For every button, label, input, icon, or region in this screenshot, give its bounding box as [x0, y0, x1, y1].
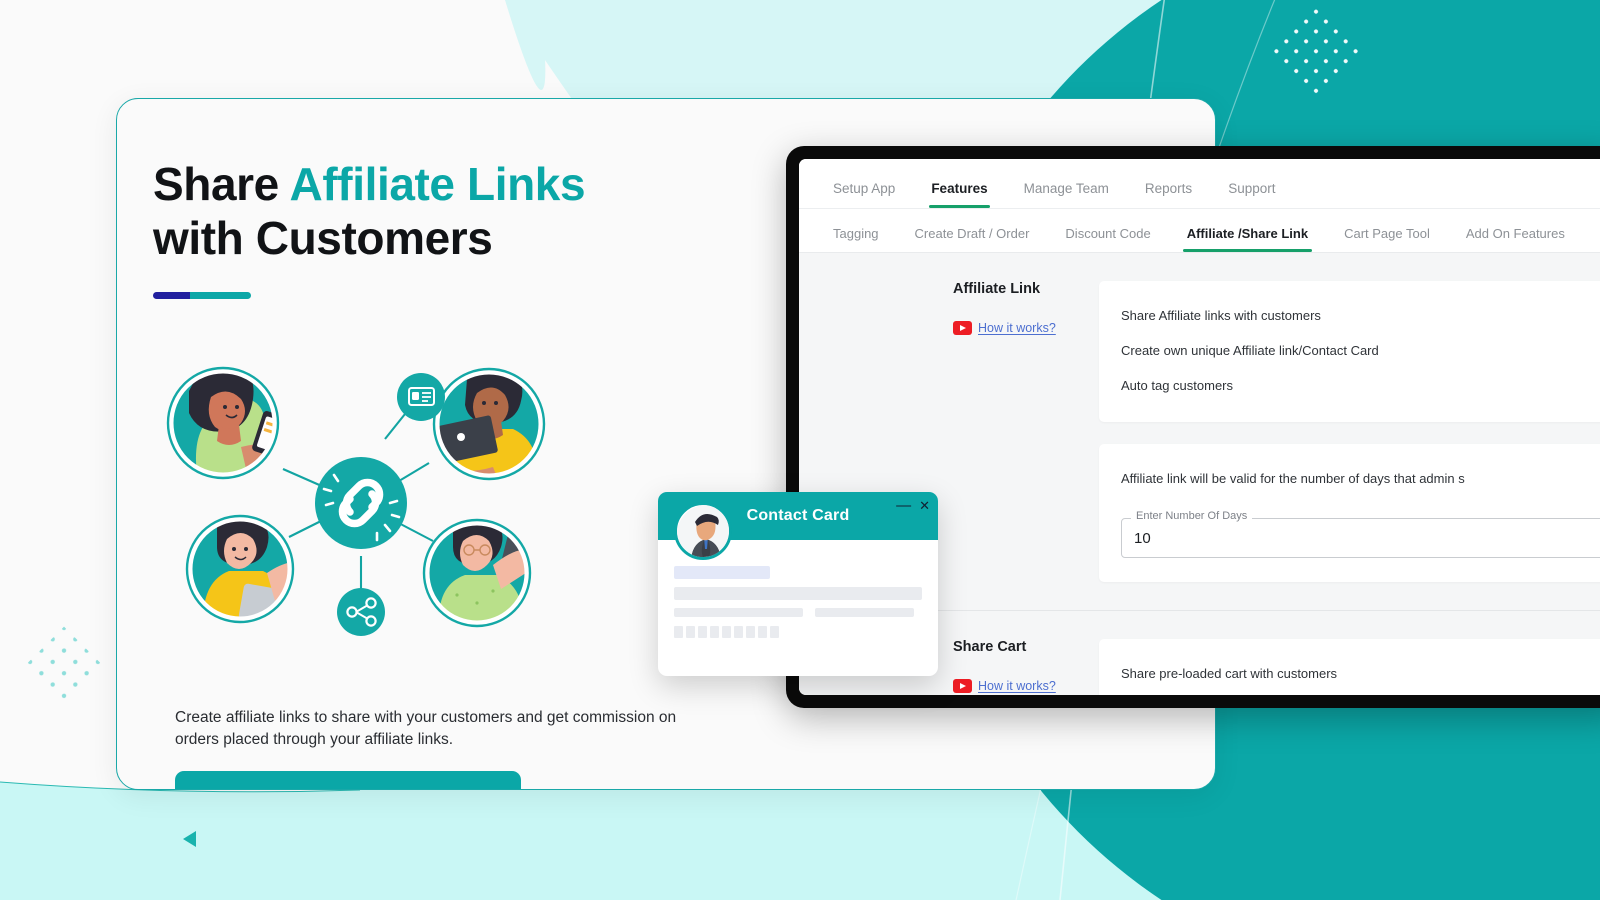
days-input-value: 10 [1134, 529, 1151, 547]
skeleton-chip [734, 626, 743, 638]
title-part-1: Share [153, 158, 290, 210]
skeleton-chip [758, 626, 767, 638]
skeleton-chip [698, 626, 707, 638]
primary-tab-bar: Setup App Features Manage Team Reports S… [799, 159, 1600, 209]
hero-text-block: Share Affiliate Links with Customers [153, 157, 773, 299]
skeleton-chip [674, 626, 683, 638]
contact-card-window-controls: — ✕ [896, 498, 930, 513]
contact-card-window: Contact Card — ✕ [658, 492, 938, 676]
affiliate-how-it-works-label: How it works? [978, 321, 1056, 335]
avatar [674, 502, 732, 560]
affiliate-how-it-works-link[interactable]: How it works? [953, 321, 1099, 335]
hero-cta-button[interactable] [175, 771, 521, 789]
contact-card-node-icon [397, 373, 445, 421]
skeleton-line-half-right [815, 608, 914, 617]
skeleton-chip [770, 626, 779, 638]
tab-reports[interactable]: Reports [1127, 181, 1210, 208]
youtube-icon [953, 679, 972, 694]
accent-rule-segment-blue [153, 291, 191, 299]
skeleton-chip [710, 626, 719, 638]
title-part-2: with Customers [153, 212, 493, 265]
skeleton-line-name [674, 566, 770, 579]
skeleton-row [674, 608, 922, 617]
skeleton-chip-row [674, 626, 922, 638]
subtab-create-draft-order[interactable]: Create Draft / Order [897, 226, 1048, 252]
contact-card-title: Contact Card [746, 507, 850, 524]
link-hub-icon [315, 457, 407, 549]
youtube-icon [953, 321, 972, 335]
affiliate-validity-panel: Affiliate link will be valid for the num… [1099, 443, 1600, 583]
title-accent: Affiliate Links [289, 158, 586, 210]
page-title: Share Affiliate Links with Customers [153, 157, 773, 266]
share-node-icon [337, 588, 385, 636]
carousel-prev-arrow[interactable] [183, 831, 196, 847]
affiliate-feature-3: Auto tag customers [1121, 377, 1233, 393]
share-cart-feature-1: Share pre-loaded cart with customers [1121, 666, 1338, 682]
subtab-add-on-features[interactable]: Add On Features [1448, 226, 1583, 252]
affiliate-features-panel: Share Affiliate links with customers Cre… [1099, 281, 1600, 422]
skeleton-chip [722, 626, 731, 638]
days-field-group: Enter Number Of Days 10 [1121, 510, 1600, 559]
close-icon[interactable]: ✕ [919, 499, 930, 512]
page-root: Share Affiliate Links with Customers Cre… [0, 0, 1600, 900]
share-cart-how-it-works-link[interactable]: How it works? [953, 679, 1099, 694]
affiliate-feature-1: Share Affiliate links with customers [1121, 308, 1321, 323]
accent-rule [153, 291, 251, 299]
tab-manage-team[interactable]: Manage Team [1006, 181, 1127, 208]
affiliate-feature-2: Create own unique Affiliate link/Contact… [1121, 342, 1379, 358]
accent-rule-segment-teal [190, 291, 251, 299]
skeleton-chip [746, 626, 755, 638]
affiliate-link-title: Affiliate Link [953, 281, 1041, 297]
subtab-cart-page-tool[interactable]: Cart Page Tool [1326, 226, 1448, 252]
affiliate-link-panels: Share Affiliate links with customers Cre… [1099, 281, 1600, 604]
secondary-tab-bar: Tagging Create Draft / Order Discount Co… [799, 209, 1600, 253]
affiliate-validity-text: Affiliate link will be valid for the num… [1121, 470, 1465, 486]
share-cart-title: Share Cart [953, 639, 1027, 656]
affiliate-network-illustration [137, 351, 577, 651]
days-input[interactable]: 10 [1121, 518, 1600, 559]
subtab-discount-code[interactable]: Discount Code [1047, 226, 1168, 252]
tab-support[interactable]: Support [1210, 181, 1293, 208]
hero-description: Create affiliate links to share with you… [175, 709, 677, 749]
minimize-icon[interactable]: — [896, 498, 911, 513]
skeleton-line-half-left [674, 608, 803, 617]
subtab-tagging[interactable]: Tagging [815, 226, 897, 252]
subtab-affiliate-share-link[interactable]: Affiliate /Share Link [1169, 226, 1326, 252]
share-cart-panels: Share pre-loaded cart with customers [1099, 639, 1600, 695]
days-field-label: Enter Number Of Days [1131, 510, 1253, 523]
skeleton-line-full [674, 587, 922, 600]
tab-features[interactable]: Features [913, 181, 1005, 208]
share-cart-features-panel: Share pre-loaded cart with customers [1099, 639, 1600, 695]
skeleton-chip [686, 626, 695, 638]
share-cart-how-it-works-label: How it works? [978, 679, 1056, 694]
tab-setup-app[interactable]: Setup App [815, 181, 913, 208]
